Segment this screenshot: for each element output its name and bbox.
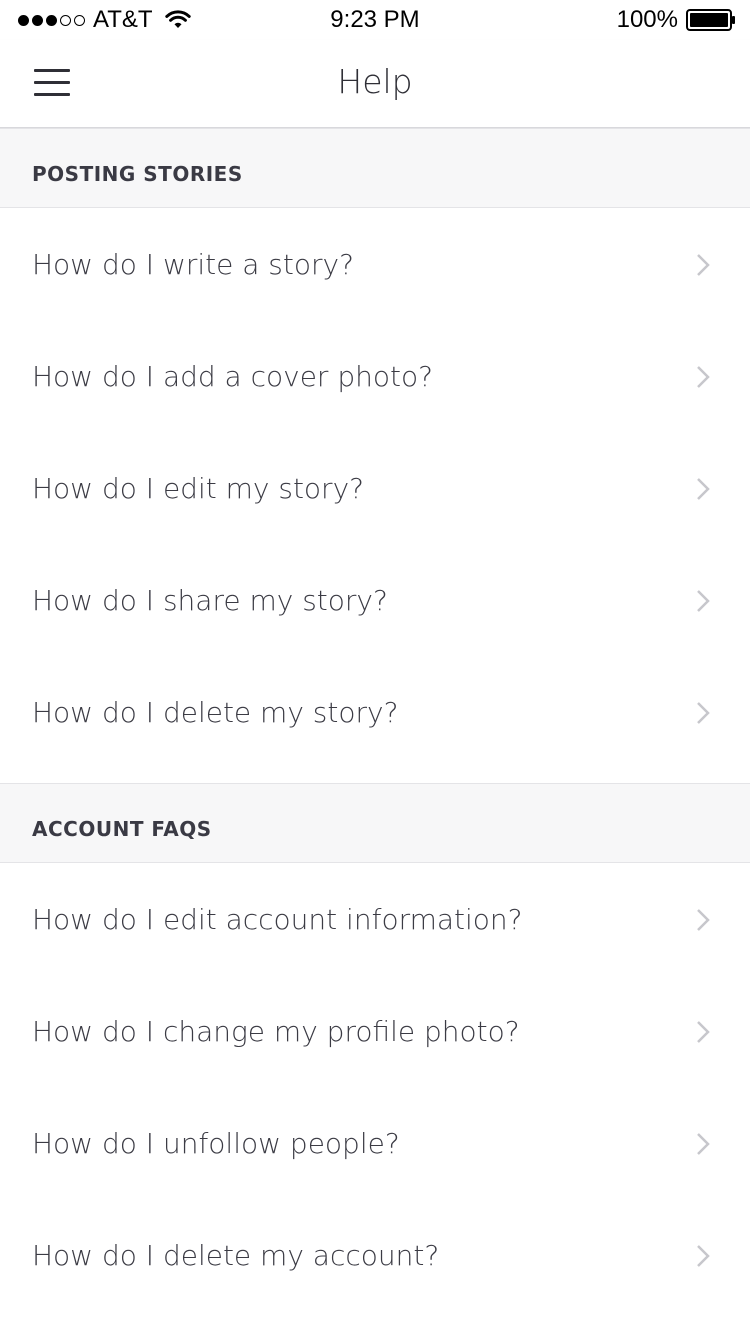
faq-item[interactable]: How do I delete my story? <box>0 657 750 769</box>
chevron-right-icon <box>697 254 710 276</box>
section-header-label: POSTING STORIES <box>32 162 243 186</box>
faq-item[interactable]: How do I edit account information? <box>0 864 750 976</box>
section-header-posting-stories: POSTING STORIES <box>0 128 750 208</box>
faq-item[interactable]: How do I delete my account? <box>0 1200 750 1312</box>
battery-percent: 100% <box>616 6 678 33</box>
section-header-account-faqs: ACCOUNT FAQS <box>0 783 750 863</box>
faq-item-label: How do I share my story? <box>32 584 388 617</box>
status-right: 100% <box>617 6 736 34</box>
navigation-bar: Help <box>0 40 750 128</box>
chevron-right-icon <box>697 1133 710 1155</box>
page-title: Help <box>337 62 413 101</box>
faq-item-label: How do I delete my account? <box>32 1239 440 1272</box>
chevron-right-icon <box>697 590 710 612</box>
faq-item[interactable]: How do I write a story? <box>0 209 750 321</box>
chevron-right-icon <box>697 478 710 500</box>
status-bar: AT&T 9:23 PM 100% <box>0 0 750 40</box>
faq-item[interactable]: How do I edit my story? <box>0 433 750 545</box>
faq-item-label: How do I add a cover photo? <box>32 360 433 393</box>
faq-item[interactable]: How do I change my profile photo? <box>0 976 750 1088</box>
chevron-right-icon <box>697 702 710 724</box>
chevron-right-icon <box>697 1021 710 1043</box>
faq-item-label: How do I write a story? <box>32 248 354 281</box>
faq-item-label: How do I unfollow people? <box>32 1127 400 1160</box>
chevron-right-icon <box>697 1245 710 1267</box>
faq-item[interactable]: How do I share my story? <box>0 545 750 657</box>
faq-item-label: How do I edit my story? <box>32 472 364 505</box>
faq-item-label: How do I change my profile photo? <box>32 1015 520 1048</box>
faq-item-label: How do I edit account information? <box>32 903 523 936</box>
section-header-label: ACCOUNT FAQS <box>32 817 212 841</box>
faq-item-label: How do I delete my story? <box>32 696 399 729</box>
battery-icon <box>686 9 735 31</box>
chevron-right-icon <box>697 909 710 931</box>
chevron-right-icon <box>697 366 710 388</box>
faq-item[interactable]: How do I add a cover photo? <box>0 321 750 433</box>
faq-item[interactable]: How do I unfollow people? <box>0 1088 750 1200</box>
